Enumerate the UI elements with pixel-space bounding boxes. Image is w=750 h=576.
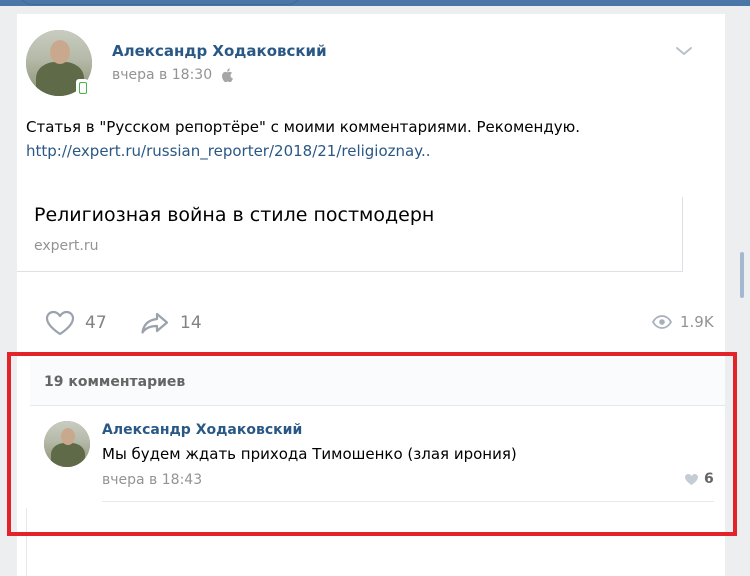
heart-icon [685,473,698,485]
comments-section: 19 комментариев [30,358,725,576]
share-count: 14 [180,313,202,333]
scrollbar-track[interactable] [738,20,750,576]
like-count: 47 [85,313,107,333]
comments-header[interactable]: 19 комментариев [30,358,725,406]
post-time[interactable]: вчера в 18:30 [112,67,212,83]
snippet-title[interactable]: Религиозная война в стиле постмодерн [34,204,434,226]
online-mobile-icon [76,79,88,95]
comment-text: Мы будем ждать прихода Тимошенко (злая и… [102,445,517,463]
share-arrow-icon [141,312,169,334]
link-snippet[interactable]: Религиозная война в стиле постмодерн exp… [17,197,683,272]
post-author-name[interactable]: Александр Ходаковский [112,42,327,60]
scrollbar-thumb[interactable] [740,252,744,298]
share-button[interactable]: 14 [140,309,202,337]
comment-like-button[interactable]: 6 [684,471,714,487]
comment-author-avatar[interactable] [44,421,90,467]
heart-icon [45,310,75,336]
post-link[interactable]: http://expert.ru/russian_reporter/2018/2… [26,139,431,163]
header-search-area[interactable] [20,0,300,4]
comments-count: 19 комментариев [44,374,186,390]
views-count: 1.9K [680,313,714,331]
snippet-domain: expert.ru [34,238,99,254]
eye-icon [652,315,672,329]
reply-thread-line [26,508,27,576]
comment-like-count: 6 [704,471,714,487]
like-button[interactable]: 47 [45,309,107,337]
comment-author-name[interactable]: Александр Ходаковский [102,422,302,438]
apple-icon [222,68,233,82]
views-counter: 1.9K [652,313,714,331]
comment-time[interactable]: вчера в 18:43 [102,472,202,488]
post-text: Статья в "Русском репортёре" с моими ком… [26,118,580,136]
chevron-down-icon[interactable] [674,44,694,58]
comment-divider [102,501,714,502]
